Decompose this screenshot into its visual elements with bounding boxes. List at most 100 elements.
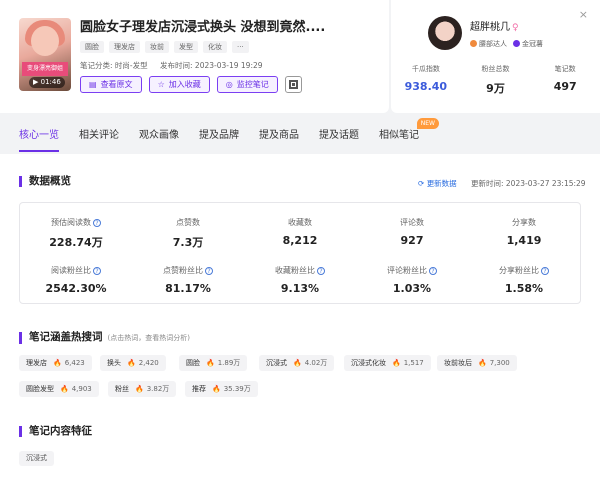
keyword-count: 3.82万 bbox=[146, 385, 170, 393]
tab-comments[interactable]: 相关评论 bbox=[79, 124, 119, 153]
keyword-count: 4.02万 bbox=[304, 359, 328, 367]
tab-similar-notes-label: 相似笔记 bbox=[379, 130, 419, 141]
more-tags-button[interactable]: ··· bbox=[232, 41, 249, 53]
add-favorite-button[interactable]: ☆ 加入收藏 bbox=[148, 76, 210, 93]
help-icon[interactable]: ? bbox=[93, 267, 101, 275]
thumbnail-face bbox=[31, 26, 59, 56]
help-icon[interactable]: ? bbox=[205, 267, 213, 275]
author-stat-label: 粉丝总数 bbox=[481, 65, 510, 73]
note-publish-time: 发布时间: 2023-03-19 19:29 bbox=[160, 61, 263, 70]
video-duration: ▶ 01:46 bbox=[29, 77, 65, 88]
metric-label: 分享粉丝比 bbox=[499, 266, 539, 275]
keyword-chip[interactable]: 推荐 🔥 35.39万 bbox=[185, 381, 258, 397]
female-icon: ♀ bbox=[512, 23, 519, 33]
metric-estimated-reads: 预估阅读数? 228.74万 bbox=[20, 217, 132, 250]
metric-value: 1,419 bbox=[506, 234, 542, 247]
keyword-count: 2,420 bbox=[138, 359, 159, 367]
metric-value: 81.17% bbox=[165, 282, 211, 295]
metric-label: 预估阅读数 bbox=[51, 218, 91, 227]
note-tag[interactable]: 圆脸 bbox=[80, 41, 104, 53]
metric-comments: 评论数 927 bbox=[356, 217, 468, 247]
qr-code-button[interactable] bbox=[284, 76, 302, 93]
author-tag-crown: 金冠薯 bbox=[513, 39, 543, 49]
author-stat-value: 938.40 bbox=[404, 80, 448, 93]
keyword-chip[interactable]: 沉浸式化妆 🔥 1,517 bbox=[344, 355, 431, 371]
fire-icon: 🔥 bbox=[206, 359, 215, 367]
metric-share-fan-ratio: 分享粉丝比? 1.58% bbox=[468, 265, 580, 295]
keyword-chip[interactable]: 圆脸发型 🔥 4,903 bbox=[19, 381, 99, 397]
note-tag[interactable]: 妆前 bbox=[145, 41, 169, 53]
metric-favorites: 收藏数 8,212 bbox=[244, 217, 356, 247]
keyword-word: 沉浸式化妆 bbox=[351, 359, 386, 367]
refresh-data-button[interactable]: ⟳ 更新数据 bbox=[418, 178, 457, 189]
keywords-subtitle: (点击热词，查看热词分析) bbox=[107, 334, 190, 342]
note-tag[interactable]: 化妆 bbox=[203, 41, 227, 53]
metric-comment-fan-ratio: 评论粉丝比? 1.03% bbox=[356, 265, 468, 295]
metric-label: 点赞粉丝比 bbox=[163, 266, 203, 275]
star-icon: ☆ bbox=[157, 80, 165, 89]
keyword-count: 7,300 bbox=[489, 359, 510, 367]
keywords-title: 笔记涵盖热搜词 (点击热词，查看热词分析) bbox=[19, 332, 190, 344]
author-tag-crown-label: 金冠薯 bbox=[522, 40, 543, 48]
tab-audience[interactable]: 观众画像 bbox=[139, 124, 179, 153]
keyword-word: 理发店 bbox=[26, 359, 47, 367]
author-stat-label: 千瓜指数 bbox=[411, 65, 440, 73]
metric-label: 评论粉丝比 bbox=[387, 266, 427, 275]
author-card: × 超胖桃几 ♀ 腰部达人 金冠薯 千瓜指数 938.40 粉丝总数 9万 笔记数… bbox=[391, 0, 600, 113]
help-icon[interactable]: ? bbox=[93, 219, 101, 227]
monitor-note-button[interactable]: ◎ 监控笔记 bbox=[216, 76, 278, 93]
close-icon[interactable]: × bbox=[579, 8, 588, 21]
note-tag[interactable]: 理发店 bbox=[109, 41, 140, 53]
keyword-count: 1.89万 bbox=[217, 359, 241, 367]
note-card: 变身漂亮御姐 ▶ 01:46 圆脸女子理发店沉浸式换头 没想到竟然.... 圆脸… bbox=[0, 0, 389, 113]
help-icon[interactable]: ? bbox=[541, 267, 549, 275]
tab-similar-notes[interactable]: 相似笔记 NEW bbox=[379, 118, 439, 153]
author-name[interactable]: 超胖桃几 bbox=[470, 22, 510, 33]
view-source-button[interactable]: ▤ 查看原文 bbox=[80, 76, 142, 93]
keyword-chip[interactable]: 理发店 🔥 6,423 bbox=[19, 355, 92, 371]
metric-label: 收藏数 bbox=[288, 218, 312, 227]
help-icon[interactable]: ? bbox=[429, 267, 437, 275]
keyword-word: 圆脸发型 bbox=[26, 385, 54, 393]
thumbnail-banner: 变身漂亮御姐 bbox=[22, 62, 68, 76]
note-tags: 圆脸 理发店 妆前 发型 化妆 ··· bbox=[80, 41, 249, 53]
keyword-chip[interactable]: 妆前妆后 🔥 7,300 bbox=[437, 355, 517, 371]
keyword-count: 1,517 bbox=[403, 359, 424, 367]
fire-icon: 🔥 bbox=[53, 359, 62, 367]
metric-value: 1.03% bbox=[392, 282, 432, 295]
fire-icon: 🔥 bbox=[212, 385, 221, 393]
keyword-chip[interactable]: 沉浸式 🔥 4.02万 bbox=[259, 355, 335, 371]
author-tags: 腰部达人 金冠薯 bbox=[470, 39, 543, 49]
author-stat-fans: 粉丝总数 9万 bbox=[461, 64, 531, 96]
video-thumbnail[interactable]: 变身漂亮御姐 ▶ 01:46 bbox=[19, 18, 71, 91]
keyword-word: 妆前妆后 bbox=[444, 359, 472, 367]
metric-value: 228.74万 bbox=[49, 236, 103, 249]
avatar[interactable] bbox=[428, 16, 462, 50]
tab-overview[interactable]: 核心一览 bbox=[19, 124, 59, 153]
keyword-chip[interactable]: 换头 🔥 2,420 bbox=[100, 355, 166, 371]
keyword-chip[interactable]: 圆脸 🔥 1.89万 bbox=[179, 355, 248, 371]
note-category: 笔记分类: 时尚-发型 bbox=[80, 61, 148, 70]
add-favorite-label: 加入收藏 bbox=[168, 80, 201, 89]
fire-icon: 🔥 bbox=[293, 359, 302, 367]
new-badge: NEW bbox=[416, 118, 439, 129]
keyword-word: 粉丝 bbox=[115, 385, 129, 393]
fire-icon: 🔥 bbox=[478, 359, 487, 367]
tab-brands[interactable]: 提及品牌 bbox=[199, 124, 239, 153]
help-icon[interactable]: ? bbox=[317, 267, 325, 275]
note-tag[interactable]: 发型 bbox=[174, 41, 198, 53]
author-tag-level: 腰部达人 bbox=[470, 39, 507, 49]
tab-topics[interactable]: 提及话题 bbox=[319, 124, 359, 153]
keyword-chip[interactable]: 粉丝 🔥 3.82万 bbox=[108, 381, 177, 397]
tab-products[interactable]: 提及商品 bbox=[259, 124, 299, 153]
author-stat-value: 497 bbox=[553, 80, 577, 93]
keyword-word: 换头 bbox=[107, 359, 121, 367]
metric-value: 1.58% bbox=[504, 282, 544, 295]
keywords-title-text: 笔记涵盖热搜词 bbox=[29, 331, 103, 343]
refresh-label: 更新数据 bbox=[426, 179, 457, 188]
monitor-label: 监控笔记 bbox=[236, 80, 269, 89]
author-stat-label: 笔记数 bbox=[554, 65, 576, 73]
fire-icon: 🔥 bbox=[60, 385, 69, 393]
refresh-icon: ⟳ bbox=[418, 179, 425, 188]
document-icon: ▤ bbox=[89, 80, 97, 89]
